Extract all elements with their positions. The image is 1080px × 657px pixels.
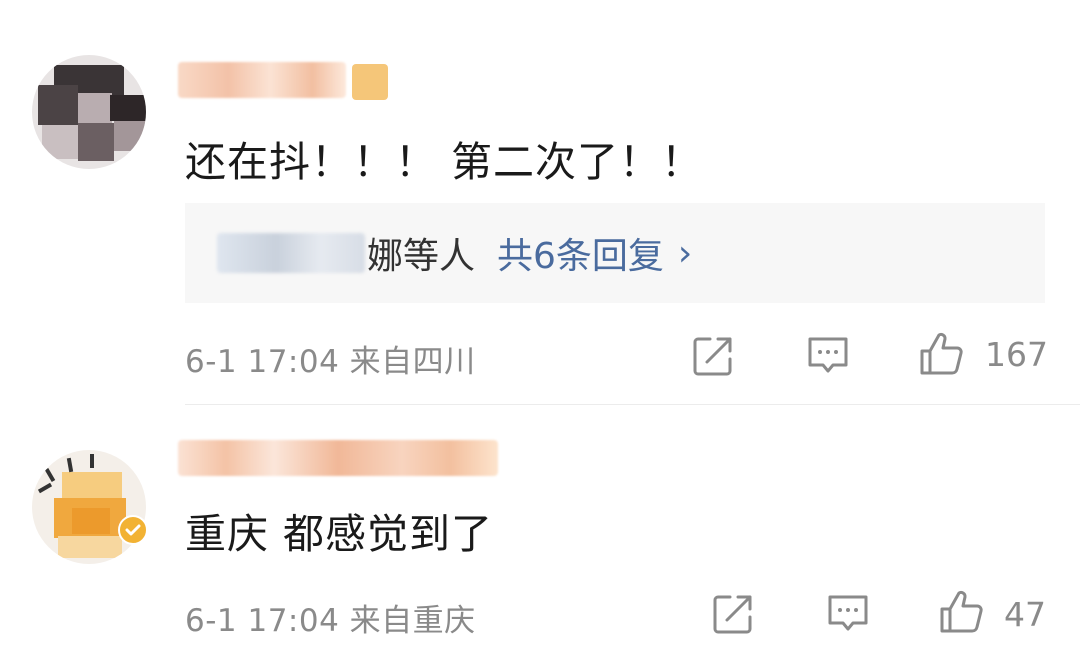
reply-preview[interactable]: 娜等人 共6条回复 ›: [185, 203, 1045, 303]
comment-item: 重庆 都感觉到了 6-1 17:04 来自重庆 47: [0, 405, 1080, 657]
like-count: 167: [985, 335, 1048, 374]
share-icon[interactable]: [690, 333, 736, 379]
comment-item: 还在抖！！！ 第二次了！！ 娜等人 共6条回复 › 6-1 17:04 来自四川…: [0, 0, 1080, 405]
member-badge-icon: [352, 64, 388, 100]
share-icon[interactable]: [710, 591, 756, 637]
comment-text: 重庆 都感觉到了: [185, 510, 494, 558]
verified-badge-icon: [118, 515, 148, 545]
comment-text: 还在抖！！！ 第二次了！！: [185, 138, 704, 186]
avatar[interactable]: [32, 450, 146, 564]
like-icon[interactable]: [938, 589, 984, 635]
comment-icon[interactable]: [805, 333, 851, 379]
comment-meta: 6-1 17:04 来自四川: [185, 344, 476, 380]
username-blurred[interactable]: [178, 62, 346, 98]
comment-meta: 6-1 17:04 来自重庆: [185, 603, 476, 639]
avatar[interactable]: [32, 55, 146, 169]
comment-icon[interactable]: [825, 591, 871, 637]
reply-count-link[interactable]: 共6条回复: [497, 227, 664, 279]
like-count: 47: [1004, 595, 1046, 634]
reply-usernames-blurred: [217, 233, 365, 273]
like-icon[interactable]: [918, 331, 964, 377]
reply-users-label: 娜等人: [367, 236, 476, 277]
username-blurred[interactable]: [178, 440, 498, 476]
chevron-right-icon: ›: [677, 232, 693, 274]
